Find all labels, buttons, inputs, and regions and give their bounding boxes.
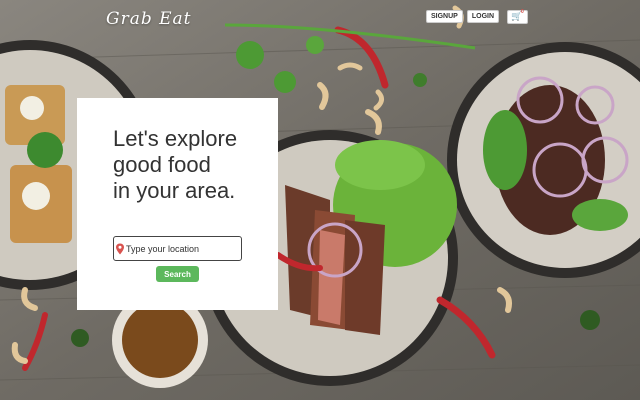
cart-button[interactable]: 🛒 0 [507, 9, 528, 24]
search-button[interactable]: Search [156, 266, 199, 282]
signup-button[interactable]: SIGNUP [426, 10, 463, 23]
hero-heading: Let's explore good food in your area. [113, 126, 278, 204]
location-pin-icon [116, 243, 124, 254]
hero-heading-line-2: good food [113, 152, 211, 177]
top-nav: SIGNUP LOGIN [426, 10, 500, 23]
location-field[interactable] [113, 236, 242, 261]
brand-logo[interactable]: Grab Eat [106, 9, 192, 29]
hero-heading-line-1: Let's explore [113, 126, 238, 151]
login-button[interactable]: LOGIN [466, 10, 500, 23]
location-input[interactable] [125, 238, 238, 259]
hero-heading-line-3: in your area. [113, 178, 236, 203]
cart-count-badge: 0 [521, 9, 524, 15]
